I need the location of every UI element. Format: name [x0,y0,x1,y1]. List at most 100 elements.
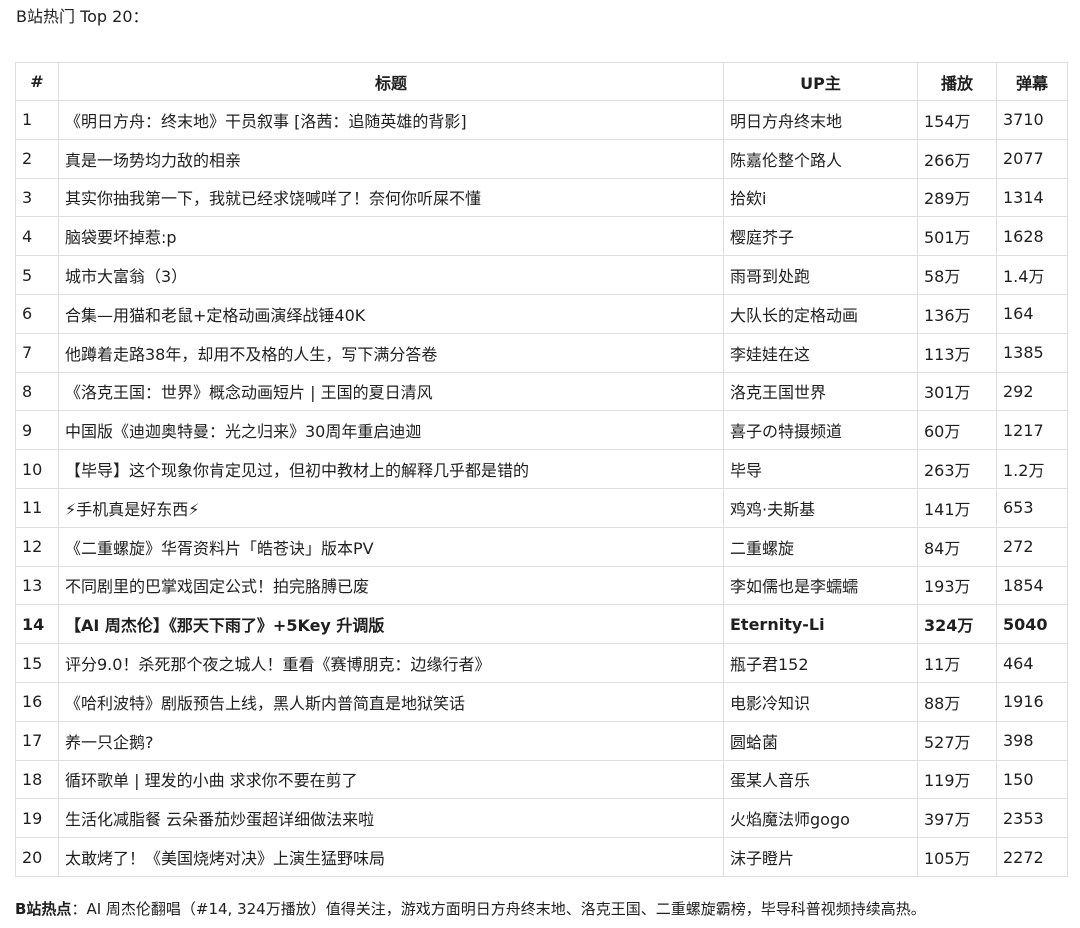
table-row: 8 《洛克王国：世界》概念动画短片 | 王国的夏日清风 洛克王国世界 301万 292 [15,371,1068,412]
summary-text: ：AI 周杰伦翻唱（#14, 324万播放）值得关注，游戏方面明日方舟终末地、洛… [71,900,926,918]
cell-danmaku: 1854 [996,565,1068,606]
table-row: 1 《明日方舟：终末地》干员叙事 [洛茜：追随英雄的背影] 明日方舟终末地 154万 3… [15,100,1068,140]
cell-uploader: 瓶子君152 [723,643,918,683]
cell-title: 《洛克王国：世界》概念动画短片 | 王国的夏日清风 [58,371,724,412]
cell-uploader: 雨哥到处跑 [723,255,918,295]
cell-plays: 154万 [917,100,997,140]
cell-title: 他蹲着走路38年，却用不及格的人生，写下满分答卷 [58,332,724,373]
table-row: 11 ⚡手机真是好东西⚡ 鸡鸡·夫斯基 141万 653 [15,487,1068,528]
cell-plays: 105万 [917,837,997,877]
cell-danmaku: 292 [996,371,1068,412]
cell-title: 《哈利波特》剧版预告上线，黑人斯内普简直是地狱笑话 [58,681,724,722]
cell-plays: 60万 [917,410,997,451]
cell-uploader: Eternity-Li [723,604,918,645]
table-row: 6 合集—用猫和老鼠+定格动画演绎战锤40K 大队长的定格动画 136万 164 [15,293,1068,334]
cell-plays: 263万 [917,449,997,489]
cell-plays: 289万 [917,177,997,218]
cell-danmaku: 1.2万 [996,449,1068,489]
cell-uploader: 电影冷知识 [723,681,918,722]
header-title: 标题 [58,62,724,101]
cell-index: 19 [15,798,59,839]
cell-title: 太敢烤了！《美国烧烤对决》上演生猛野味局 [58,837,724,877]
table-row: 19 生活化减脂餐 云朵番茄炒蛋超详细做法来啦 火焰魔法师gogo 397万 2353 [15,798,1068,839]
cell-index: 15 [15,643,59,683]
cell-plays: 58万 [917,255,997,295]
cell-plays: 84万 [917,526,997,567]
header-danmaku: 弹幕 [996,62,1068,101]
cell-danmaku: 1628 [996,216,1068,257]
cell-title: 真是一场势均力敌的相亲 [58,138,724,179]
cell-index: 7 [15,332,59,373]
cell-plays: 136万 [917,293,997,334]
cell-title: 《二重螺旋》华胥资料片「皓苍诀」版本PV [58,526,724,567]
cell-title: 脑袋要坏掉惹:p [58,216,724,257]
summary-label: B站热点 [15,900,72,918]
cell-plays: 119万 [917,759,997,800]
table-row: 5 城市大富翁（3） 雨哥到处跑 58万 1.4万 [15,255,1068,295]
cell-title: 评分9.0！杀死那个夜之城人！重看《赛博朋克：边缘行者》 [58,643,724,683]
cell-title: 循环歌单 | 理发的小曲 求求你不要在剪了 [58,759,724,800]
table-row: 2 真是一场势均力敌的相亲 陈嘉伦整个路人 266万 2077 [15,138,1068,179]
intro-text: B站热门 Top 20： [16,7,149,26]
cell-uploader: 毕导 [723,449,918,489]
cell-title: 其实你抽我第一下，我就已经求饶喊咩了！奈何你听屎不懂 [58,177,724,218]
cell-index: 12 [15,526,59,567]
cell-title: 中国版《迪迦奥特曼：光之归来》30周年重启迪迦 [58,410,724,451]
cell-plays: 397万 [917,798,997,839]
cell-plays: 501万 [917,216,997,257]
cell-title: 养一只企鹅? [58,720,724,761]
cell-plays: 113万 [917,332,997,373]
cell-uploader: 火焰魔法师gogo [723,798,918,839]
hot-ranking-table: # 标题 UP主 播放 弹幕 1 《明日方舟：终末地》干员叙事 [洛茜：追随英雄的… [15,62,1068,877]
cell-danmaku: 1385 [996,332,1068,373]
cell-title: 【AI 周杰伦】《那天下雨了》+5Key 升调版 [58,604,724,645]
cell-danmaku: 150 [996,759,1068,800]
cell-title: 合集—用猫和老鼠+定格动画演绎战锤40K [58,293,724,334]
cell-uploader: 拾欸i [723,177,918,218]
cell-title: 【毕导】这个现象你肯定见过，但初中教材上的解释几乎都是错的 [58,449,724,489]
cell-index: 13 [15,565,59,606]
cell-uploader: 洛克王国世界 [723,371,918,412]
cell-danmaku: 1217 [996,410,1068,451]
cell-danmaku: 1.4万 [996,255,1068,295]
cell-uploader: 沫子瞪片 [723,837,918,877]
cell-uploader: 樱庭芥子 [723,216,918,257]
table-row: 10 【毕导】这个现象你肯定见过，但初中教材上的解释几乎都是错的 毕导 263万 1.2… [15,449,1068,489]
cell-plays: 193万 [917,565,997,606]
table-row: 18 循环歌单 | 理发的小曲 求求你不要在剪了 蛋某人音乐 119万 150 [15,759,1068,800]
cell-index: 5 [15,255,59,295]
table-body: 1 《明日方舟：终末地》干员叙事 [洛茜：追随英雄的背影] 明日方舟终末地 154万 3… [15,100,1068,877]
cell-index: 16 [15,681,59,722]
header-index: # [15,62,59,101]
cell-danmaku: 3710 [996,100,1068,140]
cell-index: 8 [15,371,59,412]
table-row: 13 不同剧里的巴掌戏固定公式！拍完胳膊已废 李如儒也是李蠕蠕 193万 1854 [15,565,1068,606]
cell-danmaku: 398 [996,720,1068,761]
cell-uploader: 明日方舟终末地 [723,100,918,140]
header-plays: 播放 [917,62,997,101]
cell-title: 《明日方舟：终末地》干员叙事 [洛茜：追随英雄的背影] [58,100,724,140]
header-uploader: UP主 [723,62,918,101]
cell-plays: 11万 [917,643,997,683]
cell-index: 11 [15,487,59,528]
cell-index: 20 [15,837,59,877]
cell-title: 城市大富翁（3） [58,255,724,295]
table-row: 9 中国版《迪迦奥特曼：光之归来》30周年重启迪迦 喜子の特摄频道 60万 1217 [15,410,1068,451]
table-row: 17 养一只企鹅? 圆蛤菌 527万 398 [15,720,1068,761]
cell-plays: 88万 [917,681,997,722]
summary: B站热点：AI 周杰伦翻唱（#14, 324万播放）值得关注，游戏方面明日方舟终… [15,898,926,920]
cell-danmaku: 2077 [996,138,1068,179]
cell-index: 6 [15,293,59,334]
table-row: 7 他蹲着走路38年，却用不及格的人生，写下满分答卷 李娃娃在这 113万 1385 [15,332,1068,373]
cell-uploader: 二重螺旋 [723,526,918,567]
cell-index: 9 [15,410,59,451]
cell-danmaku: 272 [996,526,1068,567]
cell-uploader: 李如儒也是李蠕蠕 [723,565,918,606]
cell-uploader: 鸡鸡·夫斯基 [723,487,918,528]
cell-uploader: 蛋某人音乐 [723,759,918,800]
cell-index: 2 [15,138,59,179]
cell-title: 不同剧里的巴掌戏固定公式！拍完胳膊已废 [58,565,724,606]
table-row: 12 《二重螺旋》华胥资料片「皓苍诀」版本PV 二重螺旋 84万 272 [15,526,1068,567]
cell-uploader: 李娃娃在这 [723,332,918,373]
cell-danmaku: 2272 [996,837,1068,877]
